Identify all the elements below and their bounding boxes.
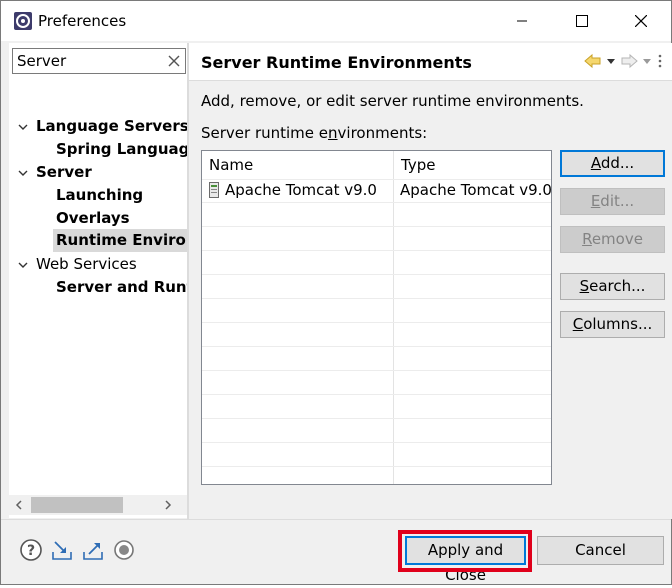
tree-item-language-servers[interactable]: Language Servers bbox=[36, 115, 187, 138]
tree-item-spring-language[interactable]: Spring Language bbox=[56, 138, 187, 161]
maximize-icon bbox=[576, 15, 588, 27]
expanded-chevron-icon[interactable] bbox=[17, 121, 29, 133]
window-title: Preferences bbox=[38, 12, 127, 30]
row-divider bbox=[202, 274, 551, 275]
title-bar: Preferences bbox=[1, 1, 671, 41]
remove-button-mnemonic: R bbox=[582, 230, 592, 248]
record-icon[interactable] bbox=[112, 538, 136, 562]
add-button[interactable]: Add... bbox=[560, 150, 665, 177]
runtime-name-cell[interactable]: Apache Tomcat v9.0 bbox=[225, 178, 377, 202]
search-button-label: earch... bbox=[589, 277, 646, 295]
preference-tree-panel: Server Language Servers Spring Language … bbox=[9, 43, 187, 518]
preference-page: Server Runtime Environments Add, remove,… bbox=[189, 43, 672, 519]
back-arrow-icon[interactable] bbox=[584, 53, 602, 69]
maximize-button[interactable] bbox=[557, 1, 607, 41]
columns-button[interactable]: Columns... bbox=[560, 311, 665, 338]
scroll-right-icon[interactable] bbox=[161, 498, 175, 512]
minimize-button[interactable] bbox=[497, 1, 547, 41]
row-divider bbox=[202, 250, 551, 251]
column-header-type[interactable]: Type bbox=[394, 151, 551, 179]
row-divider bbox=[202, 202, 551, 203]
scroll-left-icon[interactable] bbox=[12, 498, 26, 512]
view-menu-icon[interactable] bbox=[656, 53, 664, 69]
expanded-chevron-icon[interactable] bbox=[17, 167, 29, 179]
scrollbar-thumb[interactable] bbox=[31, 497, 123, 513]
annotation-highlight-box bbox=[398, 530, 532, 572]
tree-item-server-and-runtime[interactable]: Server and Runti bbox=[56, 276, 187, 299]
clear-filter-icon[interactable] bbox=[167, 54, 181, 68]
columns-button-label: olumns... bbox=[583, 315, 653, 333]
row-divider bbox=[202, 322, 551, 323]
page-title: Server Runtime Environments bbox=[201, 53, 472, 72]
tree-item-server[interactable]: Server bbox=[36, 161, 92, 184]
runtime-list-label-end: vironments: bbox=[337, 124, 428, 142]
page-header: Server Runtime Environments bbox=[189, 43, 672, 81]
forward-arrow-icon[interactable] bbox=[620, 53, 638, 69]
runtime-list-label-start: Server runtime e bbox=[201, 124, 329, 142]
footer-divider bbox=[1, 519, 671, 520]
forward-dropdown-icon[interactable] bbox=[642, 53, 652, 69]
edit-button[interactable]: Edit... bbox=[560, 188, 665, 215]
tree-horizontal-scrollbar[interactable] bbox=[9, 495, 187, 515]
runtime-type-cell[interactable]: Apache Tomcat v9.0 bbox=[400, 178, 551, 202]
cancel-button[interactable]: Cancel bbox=[537, 536, 664, 565]
add-button-mnemonic: A bbox=[590, 154, 601, 172]
row-divider bbox=[202, 442, 551, 443]
eclipse-app-icon bbox=[14, 12, 32, 30]
tree-item-web-services[interactable]: Web Services bbox=[36, 253, 137, 276]
help-icon[interactable]: ? bbox=[19, 538, 43, 562]
row-divider bbox=[202, 418, 551, 419]
minimize-icon bbox=[517, 20, 527, 22]
preferences-window: Preferences Server Language Servers Spri… bbox=[0, 0, 672, 585]
import-icon[interactable] bbox=[50, 538, 74, 562]
filter-value: Server bbox=[17, 52, 67, 70]
edit-button-label: dit... bbox=[600, 192, 635, 210]
column-header-name[interactable]: Name bbox=[202, 151, 393, 179]
columns-button-mnemonic: C bbox=[572, 315, 584, 333]
runtime-environments-table[interactable]: Name Type Apache Tomcat v9.0 Apache Tomc… bbox=[201, 150, 552, 485]
row-divider bbox=[202, 394, 551, 395]
runtime-list-label-mnemonic: n bbox=[328, 124, 338, 142]
remove-button[interactable]: Remove bbox=[560, 226, 665, 253]
row-divider bbox=[202, 226, 551, 227]
server-runtime-icon bbox=[209, 182, 219, 198]
tree-item-launching[interactable]: Launching bbox=[56, 184, 143, 207]
close-icon bbox=[635, 15, 647, 27]
filter-input[interactable]: Server bbox=[12, 48, 186, 74]
add-button-label: dd... bbox=[600, 154, 635, 172]
page-description: Add, remove, or edit server runtime envi… bbox=[201, 92, 584, 110]
tree-item-runtime-environments[interactable]: Runtime Environ bbox=[56, 229, 187, 252]
back-dropdown-icon[interactable] bbox=[606, 53, 616, 69]
export-icon[interactable] bbox=[81, 538, 105, 562]
remove-button-label: emove bbox=[591, 230, 643, 248]
preference-tree: Language Servers Spring Language Server … bbox=[9, 79, 187, 499]
expanded-chevron-icon[interactable] bbox=[17, 259, 29, 271]
page-navigation bbox=[584, 51, 664, 71]
tree-item-overlays[interactable]: Overlays bbox=[56, 207, 130, 230]
row-divider bbox=[202, 346, 551, 347]
row-divider bbox=[202, 370, 551, 371]
row-divider bbox=[202, 298, 551, 299]
svg-text:?: ? bbox=[27, 543, 35, 559]
search-button-mnemonic: S bbox=[579, 277, 590, 295]
edit-button-mnemonic: E bbox=[590, 192, 601, 210]
close-button[interactable] bbox=[616, 1, 666, 41]
row-divider bbox=[202, 466, 551, 467]
runtime-list-label: Server runtime environments: bbox=[201, 124, 427, 142]
search-button[interactable]: Search... bbox=[560, 273, 665, 300]
